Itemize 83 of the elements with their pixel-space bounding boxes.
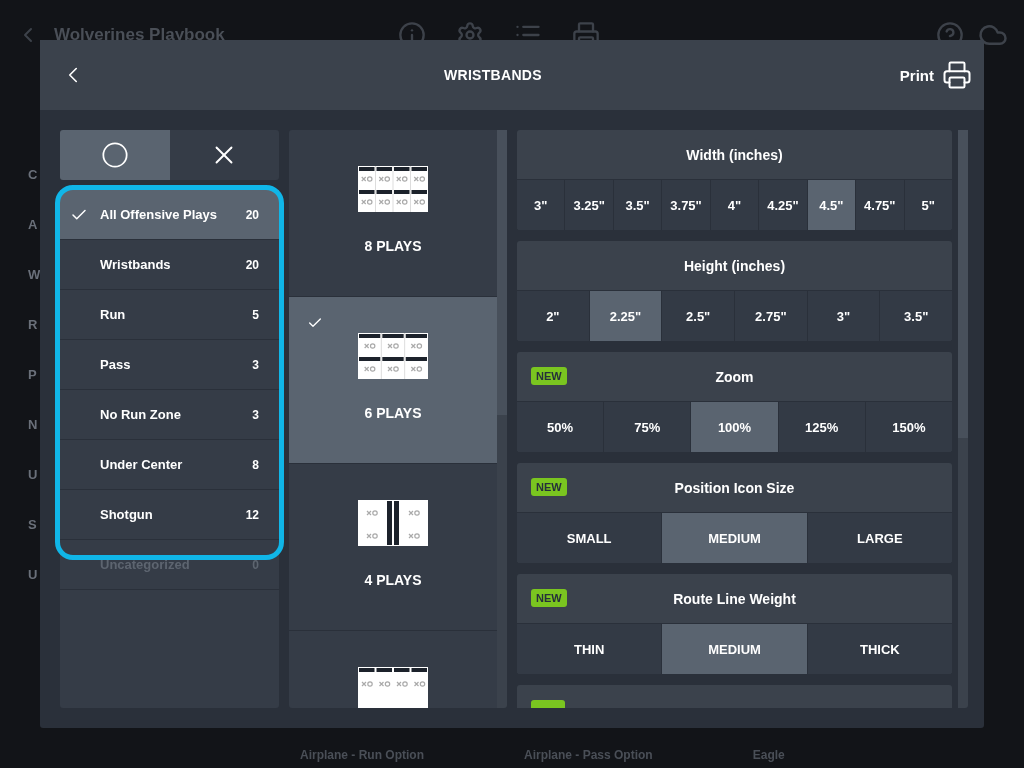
mode-toggle-button[interactable]	[60, 130, 170, 180]
layout-option[interactable]: 8 PLAYS	[289, 130, 497, 297]
sidebar-item[interactable]: R	[10, 300, 40, 350]
option-button[interactable]: LARGE	[807, 513, 952, 563]
option-button[interactable]: THICK	[807, 624, 952, 674]
sidebar-item[interactable]: A	[10, 200, 40, 250]
option-button[interactable]: 4"	[710, 180, 760, 230]
circle-icon	[100, 141, 129, 169]
setting-title: Position Icon Size	[674, 479, 795, 496]
dialog-title: WRISTBANDS	[442, 67, 543, 83]
printer-icon	[942, 60, 972, 90]
layout-option[interactable]: 6 PLAYS	[289, 297, 497, 464]
category-label: No Run Zone	[100, 407, 182, 422]
category-count: 20	[245, 257, 259, 272]
setting-title: Height (inches)	[683, 257, 786, 274]
mode-toggle-button[interactable]	[169, 130, 279, 180]
setting-title: Zoom	[715, 368, 754, 385]
category-label: All Offensive Plays	[100, 207, 219, 222]
option-button[interactable]: 3.75"	[662, 180, 711, 230]
option-button[interactable]: 4.75"	[856, 180, 905, 230]
option-button[interactable]: 125%	[778, 402, 866, 452]
category-count: 3	[252, 357, 259, 372]
category-label: Wristbands	[100, 257, 172, 272]
category-count: 3	[252, 407, 259, 422]
option-button[interactable]: 3"	[517, 180, 566, 230]
wristband-layout-icon	[358, 500, 428, 546]
new-badge: NEW	[531, 478, 567, 496]
category-item[interactable]: Pass 3	[60, 340, 279, 390]
option-button[interactable]: 4.5"	[807, 180, 857, 230]
sidebar-item[interactable]: P	[10, 350, 40, 400]
option-button[interactable]: 2.75"	[735, 291, 808, 341]
category-item[interactable]: All Offensive Plays 20	[60, 190, 279, 240]
option-button[interactable]: 150%	[865, 402, 952, 452]
wristband-layout-icon	[358, 667, 428, 708]
category-count: 20	[245, 207, 259, 222]
setting-title: Route Line Weight	[673, 590, 796, 607]
option-button[interactable]: 50%	[517, 402, 605, 452]
layout-label: 4 PLAYS	[364, 572, 422, 588]
sidebar-item[interactable]: N	[10, 400, 40, 450]
app-title: Wolverines Playbook	[54, 25, 226, 45]
layout-option[interactable]: 4 PLAYS	[289, 464, 497, 631]
option-button[interactable]: 100%	[691, 402, 779, 452]
wristband-layout-icon	[358, 333, 428, 379]
sidebar-item[interactable]: U	[10, 450, 40, 500]
category-label: Shotgun	[100, 507, 154, 522]
category-count: 5	[252, 307, 259, 322]
option-button[interactable]: 3.5"	[613, 180, 663, 230]
new-badge: NEW	[531, 589, 567, 607]
sidebar-item[interactable]: U	[10, 550, 40, 600]
layout-label: 6 PLAYS	[364, 405, 422, 421]
setting-title: Width (inches)	[686, 146, 783, 163]
play-title: Eagle	[752, 748, 785, 762]
option-button[interactable]: MEDIUM	[662, 513, 808, 563]
option-button[interactable]: 5"	[904, 180, 952, 230]
category-label: Run	[100, 307, 127, 322]
layout-label: 8 PLAYS	[364, 238, 422, 254]
category-item[interactable]: Shotgun 12	[60, 490, 279, 540]
option-button[interactable]: 3.5"	[880, 291, 952, 341]
play-title: Airplane - Run Option	[300, 748, 424, 762]
category-label: Under Center	[100, 457, 184, 472]
new-badge: NEW	[531, 367, 567, 385]
option-button[interactable]: 2"	[517, 291, 590, 341]
category-item[interactable]: Run 5	[60, 290, 279, 340]
category-item[interactable]: No Run Zone 3	[60, 390, 279, 440]
sidebar-item[interactable]: W	[10, 250, 40, 300]
category-count: 12	[245, 507, 259, 522]
sidebar-item[interactable]: S	[10, 500, 40, 550]
option-button[interactable]: 3.25"	[565, 180, 614, 230]
option-button[interactable]: MEDIUM	[662, 624, 808, 674]
wristband-layout-icon	[358, 166, 428, 212]
scrollbar-thumb[interactable]	[497, 130, 507, 415]
option-button[interactable]: 2.5"	[662, 291, 735, 341]
option-button[interactable]: 2.25"	[589, 291, 663, 341]
option-button[interactable]: 3"	[807, 291, 881, 341]
category-count: 8	[252, 457, 259, 472]
print-button[interactable]: Print	[899, 60, 972, 90]
play-title: Airplane - Pass Option	[524, 748, 653, 762]
category-label: Pass	[100, 357, 132, 372]
category-item[interactable]: Under Center 8	[60, 440, 279, 490]
category-item[interactable]: Wristbands 20	[60, 240, 279, 290]
scrollbar-thumb[interactable]	[958, 130, 968, 438]
option-button[interactable]: 4.25"	[759, 180, 808, 230]
sidebar-item[interactable]: C	[10, 150, 40, 200]
